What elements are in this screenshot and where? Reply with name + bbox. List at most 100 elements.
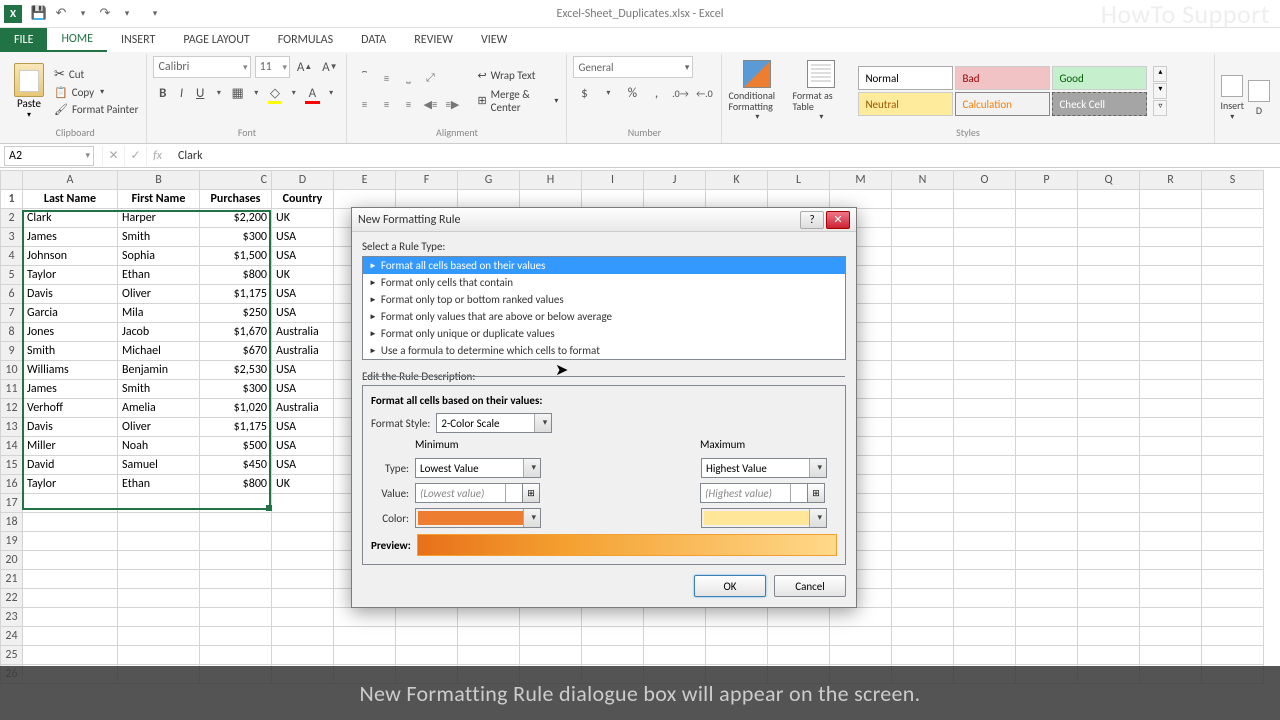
cell[interactable] bbox=[1202, 399, 1264, 418]
cell[interactable]: Smith bbox=[118, 228, 200, 247]
cell[interactable] bbox=[1202, 646, 1264, 665]
row-header[interactable]: 9 bbox=[1, 342, 23, 361]
min-type-select[interactable]: Lowest Value bbox=[415, 458, 541, 478]
cell[interactable] bbox=[520, 646, 582, 665]
cell[interactable]: First Name bbox=[118, 190, 200, 209]
cell[interactable] bbox=[1202, 361, 1264, 380]
cell[interactable] bbox=[1202, 342, 1264, 361]
cell[interactable] bbox=[1016, 209, 1078, 228]
cell[interactable]: Smith bbox=[118, 380, 200, 399]
column-header[interactable]: C bbox=[200, 171, 272, 190]
cell[interactable] bbox=[1202, 304, 1264, 323]
cell[interactable] bbox=[892, 551, 954, 570]
cell[interactable] bbox=[892, 323, 954, 342]
cell[interactable] bbox=[1078, 190, 1140, 209]
cell[interactable] bbox=[892, 570, 954, 589]
cell[interactable] bbox=[768, 190, 830, 209]
cell[interactable] bbox=[200, 494, 272, 513]
row-header[interactable]: 25 bbox=[1, 646, 23, 665]
cell[interactable]: Smith bbox=[23, 342, 118, 361]
cell[interactable] bbox=[272, 494, 334, 513]
format-as-table-button[interactable]: Format as Table▾ bbox=[792, 60, 850, 122]
rule-type-item[interactable]: Use a formula to determine which cells t… bbox=[363, 342, 845, 359]
cell[interactable] bbox=[892, 475, 954, 494]
cell[interactable] bbox=[954, 627, 1016, 646]
cell[interactable]: Taylor bbox=[23, 475, 118, 494]
cell[interactable] bbox=[1140, 380, 1202, 399]
cell[interactable] bbox=[1016, 323, 1078, 342]
column-header[interactable]: M bbox=[830, 171, 892, 190]
cell[interactable]: Johnson bbox=[23, 247, 118, 266]
paste-button[interactable]: Paste ▾ bbox=[10, 63, 48, 120]
row-header[interactable]: 16 bbox=[1, 475, 23, 494]
cell[interactable]: $1,670 bbox=[200, 323, 272, 342]
cell[interactable]: Amelia bbox=[118, 399, 200, 418]
column-header[interactable]: J bbox=[644, 171, 706, 190]
cell[interactable] bbox=[830, 627, 892, 646]
cell[interactable] bbox=[954, 551, 1016, 570]
cell[interactable] bbox=[954, 456, 1016, 475]
cell[interactable] bbox=[582, 646, 644, 665]
confirm-formula-icon[interactable]: ✓ bbox=[124, 146, 146, 166]
row-header[interactable]: 23 bbox=[1, 608, 23, 627]
row-header[interactable]: 21 bbox=[1, 570, 23, 589]
cell[interactable] bbox=[1140, 456, 1202, 475]
cell[interactable] bbox=[892, 228, 954, 247]
style-bad[interactable]: Bad bbox=[955, 66, 1050, 90]
cell[interactable]: Clark bbox=[23, 209, 118, 228]
insert-cells-button[interactable]: Insert▾ bbox=[1221, 75, 1245, 122]
cell[interactable] bbox=[1078, 228, 1140, 247]
cell[interactable]: Taylor bbox=[23, 266, 118, 285]
row-header[interactable]: 7 bbox=[1, 304, 23, 323]
cell[interactable] bbox=[892, 247, 954, 266]
undo-dropdown-icon[interactable]: ▾ bbox=[72, 3, 94, 25]
increase-font-icon[interactable]: A▲ bbox=[294, 56, 315, 78]
cell[interactable] bbox=[200, 608, 272, 627]
min-value-input[interactable]: (Lowest value) bbox=[415, 483, 523, 503]
rule-type-item[interactable]: Format only unique or duplicate values bbox=[363, 325, 845, 342]
cell[interactable] bbox=[892, 209, 954, 228]
dialog-help-icon[interactable]: ? bbox=[800, 211, 824, 229]
cell[interactable] bbox=[118, 532, 200, 551]
rule-type-item[interactable]: Format only top or bottom ranked values bbox=[363, 291, 845, 308]
cell[interactable] bbox=[118, 627, 200, 646]
row-header[interactable]: 22 bbox=[1, 589, 23, 608]
cell[interactable] bbox=[1140, 513, 1202, 532]
cell[interactable]: $800 bbox=[200, 266, 272, 285]
cell[interactable] bbox=[1140, 418, 1202, 437]
name-box[interactable]: A2 bbox=[4, 146, 94, 166]
column-header[interactable]: L bbox=[768, 171, 830, 190]
cell[interactable] bbox=[1140, 190, 1202, 209]
cell[interactable] bbox=[118, 646, 200, 665]
cell[interactable] bbox=[954, 494, 1016, 513]
column-header[interactable]: D bbox=[272, 171, 334, 190]
number-format-select[interactable]: General bbox=[573, 56, 693, 78]
cell[interactable] bbox=[23, 627, 118, 646]
row-header[interactable]: 12 bbox=[1, 399, 23, 418]
cell[interactable]: $500 bbox=[200, 437, 272, 456]
cell[interactable]: $1,020 bbox=[200, 399, 272, 418]
save-icon[interactable]: 💾 bbox=[28, 3, 50, 25]
column-header[interactable]: K bbox=[706, 171, 768, 190]
cell[interactable] bbox=[1078, 627, 1140, 646]
font-color-icon[interactable]: A bbox=[303, 82, 322, 104]
cell[interactable] bbox=[1016, 589, 1078, 608]
row-header[interactable]: 3 bbox=[1, 228, 23, 247]
cell[interactable]: Oliver bbox=[118, 285, 200, 304]
copy-button[interactable]: Copy▾ bbox=[52, 85, 140, 100]
cell[interactable]: $1,175 bbox=[200, 418, 272, 437]
cell[interactable]: Purchases bbox=[200, 190, 272, 209]
indent-increase-icon[interactable]: ≡▶ bbox=[441, 93, 463, 115]
rule-type-item[interactable]: Format only values that are above or bel… bbox=[363, 308, 845, 325]
cell[interactable] bbox=[954, 418, 1016, 437]
cell[interactable] bbox=[23, 608, 118, 627]
cell[interactable] bbox=[1016, 266, 1078, 285]
tab-review[interactable]: REVIEW bbox=[400, 28, 467, 52]
row-header[interactable]: 19 bbox=[1, 532, 23, 551]
row-header[interactable]: 4 bbox=[1, 247, 23, 266]
cell[interactable] bbox=[1078, 608, 1140, 627]
cell[interactable] bbox=[1078, 247, 1140, 266]
cell[interactable] bbox=[23, 551, 118, 570]
row-header[interactable]: 10 bbox=[1, 361, 23, 380]
cell[interactable] bbox=[200, 646, 272, 665]
